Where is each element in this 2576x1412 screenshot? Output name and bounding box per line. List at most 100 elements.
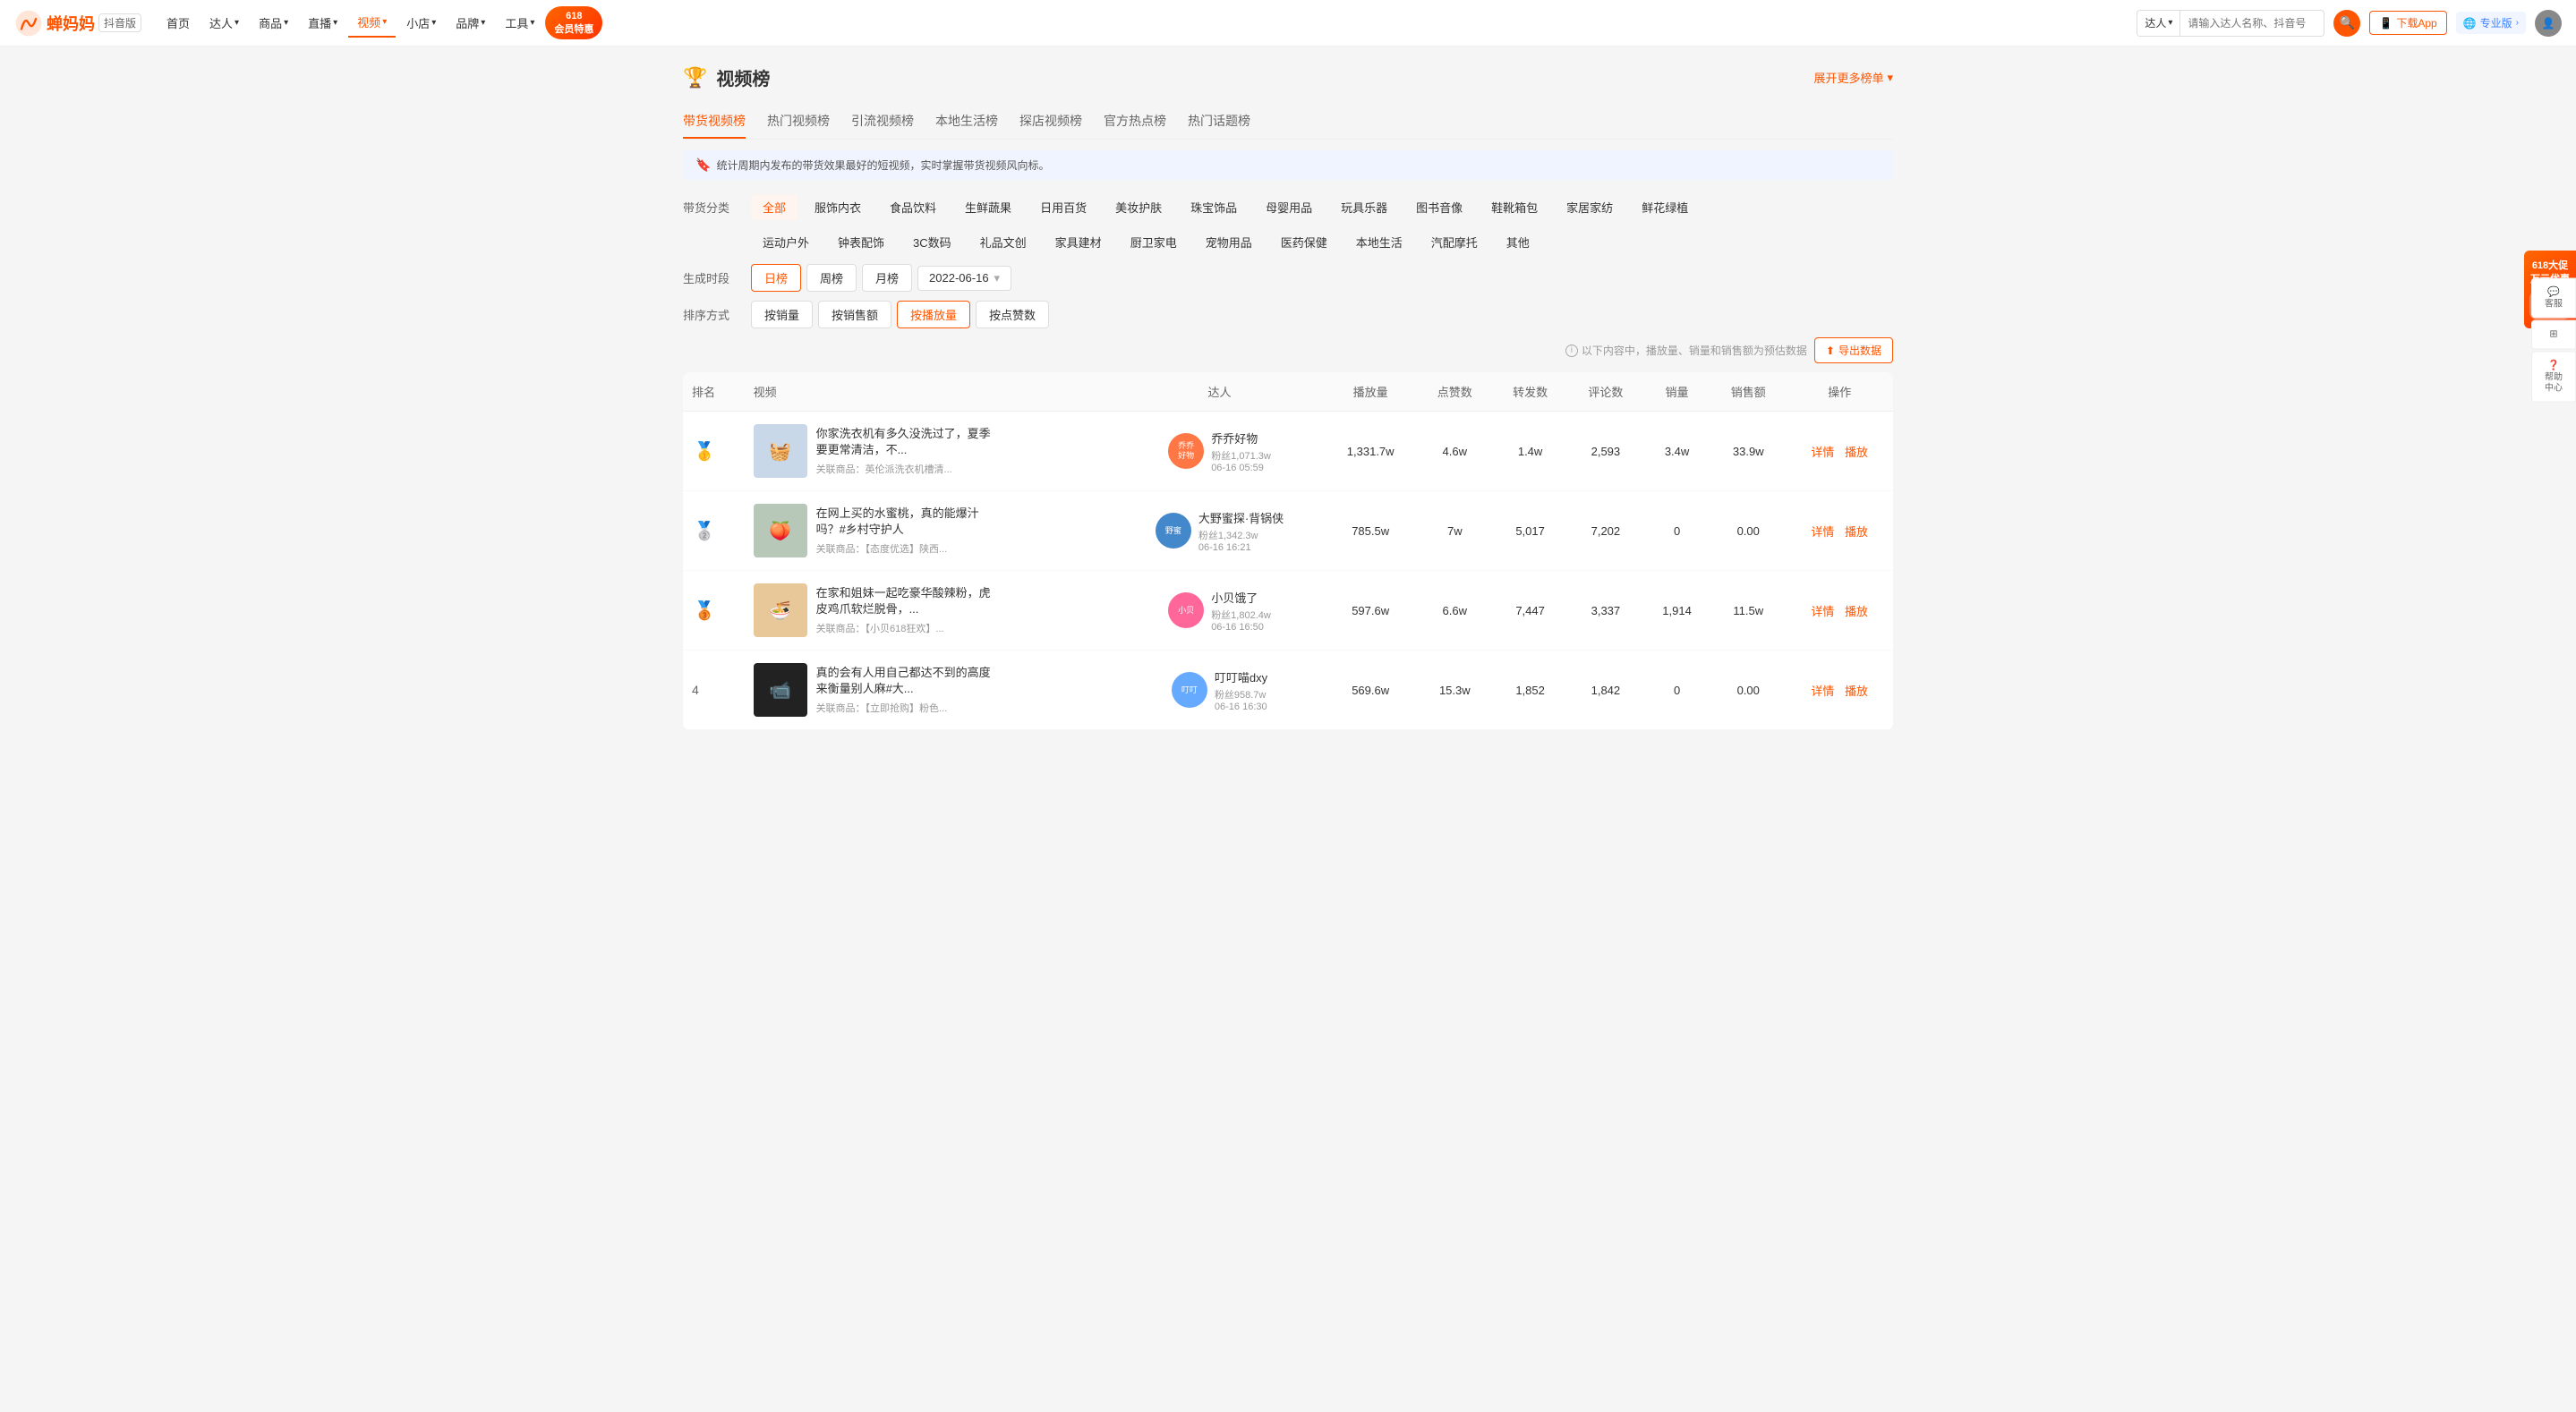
table-row: 🥈 🍑 在网上买的水蜜桃，真的能爆汁吗？#乡村守护人 关联商品：【态度优选】陕西… xyxy=(683,491,1893,571)
creator-name[interactable]: 乔乔好物 xyxy=(1211,430,1271,447)
detail-button[interactable]: 详情 xyxy=(1811,685,1834,698)
filter-local[interactable]: 本地生活 xyxy=(1344,229,1414,255)
detail-button[interactable]: 详情 xyxy=(1811,605,1834,618)
float-customer-service[interactable]: 💬 客服 xyxy=(2531,278,2576,319)
video-thumbnail[interactable]: 📹 xyxy=(754,663,807,717)
date-picker[interactable]: 2022-06-16 ▾ xyxy=(917,266,1011,291)
tab-hot-topic[interactable]: 热门话题榜 xyxy=(1188,105,1250,139)
creator-fans: 粉丝1,071.3w xyxy=(1211,448,1271,463)
filter-pets[interactable]: 宠物用品 xyxy=(1194,229,1264,255)
play-button[interactable]: 播放 xyxy=(1845,605,1868,618)
filter-auto[interactable]: 汽配摩托 xyxy=(1420,229,1489,255)
filter-clothing[interactable]: 服饰内衣 xyxy=(803,194,873,220)
nav-shop[interactable]: 小店 ▾ xyxy=(397,9,445,37)
filter-books[interactable]: 图书音像 xyxy=(1404,194,1474,220)
creator-avatar[interactable]: 小贝 xyxy=(1168,592,1204,628)
creator-avatar[interactable]: 乔乔好物 xyxy=(1168,433,1204,469)
nav-618-banner[interactable]: 618会员特惠 xyxy=(545,6,602,39)
creator-info: 乔乔好物 粉丝1,071.3w 06-16 05:59 xyxy=(1211,430,1271,473)
title-area: 🏆 视频榜 xyxy=(683,64,770,90)
period-label: 生成时段 xyxy=(683,269,746,286)
video-title[interactable]: 真的会有人用自己都达不到的高度来衡量别人麻#大... xyxy=(816,665,995,697)
detail-button[interactable]: 详情 xyxy=(1811,446,1834,459)
video-thumbnail[interactable]: 🧺 xyxy=(754,424,807,478)
nav-product[interactable]: 商品 ▾ xyxy=(250,9,297,37)
sales-cell: 0 xyxy=(1643,491,1710,571)
filter-maternity[interactable]: 母婴用品 xyxy=(1254,194,1324,220)
nav-video[interactable]: 视频 ▾ xyxy=(348,8,396,38)
float-help-center[interactable]: ❓ 帮助中心 xyxy=(2531,352,2576,403)
creator-name[interactable]: 小贝饿了 xyxy=(1211,589,1271,606)
search-selector[interactable]: 达人 ▾ xyxy=(2137,11,2180,36)
filter-daily[interactable]: 日用百货 xyxy=(1028,194,1098,220)
nav-version[interactable]: 抖音版 xyxy=(98,13,141,32)
expand-more-button[interactable]: 展开更多榜单 ▾ xyxy=(1813,69,1893,86)
filter-jewelry[interactable]: 珠宝饰品 xyxy=(1179,194,1249,220)
tab-explore-video[interactable]: 探店视频榜 xyxy=(1019,105,1082,139)
video-title[interactable]: 在网上买的水蜜桃，真的能爆汁吗？#乡村守护人 xyxy=(816,506,995,538)
creator-avatar[interactable]: 野蜜 xyxy=(1156,513,1191,549)
filter-flowers[interactable]: 鲜花绿植 xyxy=(1630,194,1700,220)
filter-food[interactable]: 食品饮料 xyxy=(878,194,948,220)
shares-cell: 7,447 xyxy=(1492,571,1567,651)
sort-by-sales-button[interactable]: 按销量 xyxy=(751,301,813,328)
play-button[interactable]: 播放 xyxy=(1845,685,1868,698)
filter-digital[interactable]: 3C数码 xyxy=(901,229,963,255)
download-app-button[interactable]: 📱 下载App xyxy=(2369,11,2446,35)
nav-live[interactable]: 直播 ▾ xyxy=(299,9,346,37)
sort-by-revenue-button[interactable]: 按销售额 xyxy=(818,301,891,328)
sort-by-plays-button[interactable]: 按播放量 xyxy=(897,301,970,328)
main-content: 🏆 视频榜 展开更多榜单 ▾ 带货视频榜 热门视频榜 引流视频榜 本地生活榜 探… xyxy=(661,47,1915,748)
filter-outdoor[interactable]: 运动户外 xyxy=(751,229,821,255)
filter-medicine[interactable]: 医药保健 xyxy=(1269,229,1339,255)
nav-home[interactable]: 首页 xyxy=(158,9,199,37)
play-button[interactable]: 播放 xyxy=(1845,446,1868,459)
filter-watches[interactable]: 钟表配饰 xyxy=(826,229,896,255)
filter-gifts[interactable]: 礼品文创 xyxy=(968,229,1038,255)
creator-info: 小贝饿了 粉丝1,802.4w 06-16 16:50 xyxy=(1211,589,1271,633)
video-thumbnail[interactable]: 🍑 xyxy=(754,504,807,557)
user-avatar[interactable]: 👤 xyxy=(2535,10,2562,37)
video-thumbnail[interactable]: 🍜 xyxy=(754,583,807,637)
filter-other[interactable]: 其他 xyxy=(1495,229,1541,255)
detail-button[interactable]: 详情 xyxy=(1811,525,1834,539)
export-button[interactable]: ⬆ 导出数据 xyxy=(1814,337,1893,363)
nav-creator[interactable]: 达人 ▾ xyxy=(200,9,248,37)
video-title[interactable]: 在家和姐妹一起吃豪华酸辣粉，虎皮鸡爪软烂脱骨，... xyxy=(816,585,995,617)
video-title[interactable]: 你家洗衣机有多久没洗过了，夏季要更常清洁，不... xyxy=(816,426,995,458)
logo[interactable]: 蝉妈妈 抖音版 xyxy=(14,9,141,38)
creator-time: 06-16 16:21 xyxy=(1198,542,1284,553)
float-qr-code[interactable]: ⊞ xyxy=(2531,320,2576,350)
comments-cell: 1,842 xyxy=(1568,651,1643,730)
filter-home[interactable]: 家居家纺 xyxy=(1555,194,1625,220)
sort-by-likes-button[interactable]: 按点赞数 xyxy=(976,301,1049,328)
filter-all[interactable]: 全部 xyxy=(751,194,798,220)
creator-name[interactable]: 叮叮喵dxy xyxy=(1215,668,1267,685)
tab-cargo-video[interactable]: 带货视频榜 xyxy=(683,105,746,139)
period-month-button[interactable]: 月榜 xyxy=(862,264,912,292)
filter-shoes[interactable]: 鞋靴箱包 xyxy=(1480,194,1549,220)
period-week-button[interactable]: 周榜 xyxy=(806,264,857,292)
filter-furniture[interactable]: 家具建材 xyxy=(1044,229,1113,255)
rank-gold-icon: 🥇 xyxy=(692,438,717,464)
nav-brand[interactable]: 品牌 ▾ xyxy=(447,9,494,37)
tab-official-hot[interactable]: 官方热点榜 xyxy=(1104,105,1166,139)
action-cell: 详情 播放 xyxy=(1786,651,1893,730)
period-day-button[interactable]: 日榜 xyxy=(751,264,801,292)
tab-local-life[interactable]: 本地生活榜 xyxy=(935,105,998,139)
search-button[interactable]: 🔍 xyxy=(2333,10,2360,37)
play-button[interactable]: 播放 xyxy=(1845,525,1868,539)
filter-appliance[interactable]: 厨卫家电 xyxy=(1119,229,1189,255)
data-table: 排名 视频 达人 播放量 点赞数 转发数 评论数 销量 销售额 操作 🥇 xyxy=(683,372,1893,730)
tab-traffic-video[interactable]: 引流视频榜 xyxy=(851,105,914,139)
filter-beauty[interactable]: 美妆护肤 xyxy=(1104,194,1173,220)
filter-toys[interactable]: 玩具乐器 xyxy=(1329,194,1399,220)
creator-name[interactable]: 大野蜜探·背锅侠 xyxy=(1198,509,1284,526)
filter-fresh[interactable]: 生鲜蔬果 xyxy=(953,194,1023,220)
nav-tools[interactable]: 工具 ▾ xyxy=(496,9,543,37)
pro-version-button[interactable]: 🌐 专业版 › xyxy=(2456,12,2526,34)
col-creator: 达人 xyxy=(1115,372,1324,412)
tab-hot-video[interactable]: 热门视频榜 xyxy=(767,105,830,139)
creator-avatar[interactable]: 叮叮 xyxy=(1172,672,1207,708)
search-input[interactable] xyxy=(2180,17,2324,30)
